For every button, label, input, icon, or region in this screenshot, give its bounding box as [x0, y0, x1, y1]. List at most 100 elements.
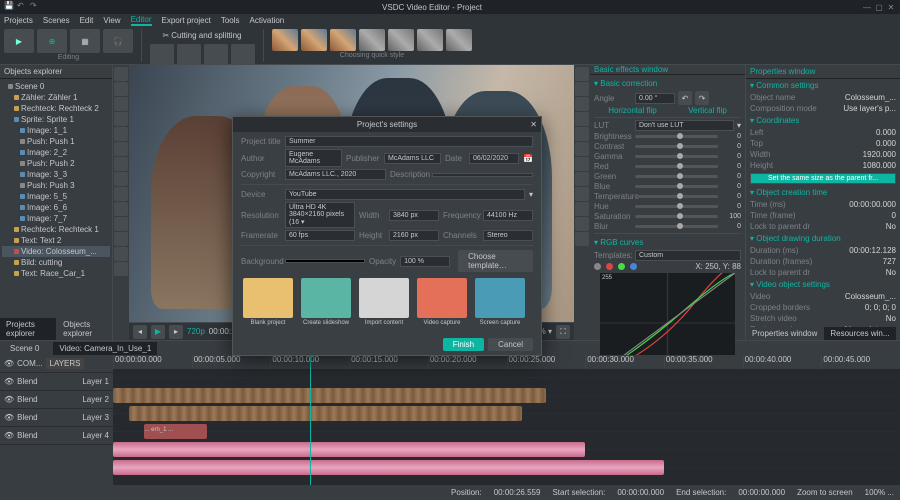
play-button[interactable]: ▶ [151, 325, 165, 339]
track-blend-1[interactable]: Blend [17, 377, 37, 386]
curve-red-dot[interactable] [606, 263, 613, 270]
redo-icon[interactable]: ↷ [30, 1, 40, 11]
audio-clip-1[interactable] [113, 442, 585, 457]
add-object-button[interactable]: ⊕ [37, 29, 67, 53]
templates-select[interactable]: Custom [635, 250, 741, 261]
tree-node[interactable]: Image: 2_2 [2, 147, 110, 158]
tree-node[interactable]: Rechteck: Rechteck 1 [2, 224, 110, 235]
rtool-8[interactable] [575, 172, 589, 186]
style-grayscale-1[interactable] [359, 29, 385, 51]
tool-9[interactable] [114, 187, 128, 201]
audio-effects-button[interactable]: 🎧 [103, 29, 133, 53]
date-input[interactable]: 06/02/2020 [469, 153, 519, 164]
rtool-5[interactable] [575, 127, 589, 141]
tab-objects-explorer[interactable]: Objects explorer [57, 318, 112, 340]
tree-node[interactable]: Image: 6_6 [2, 202, 110, 213]
description-input[interactable] [432, 173, 533, 177]
resolution-select[interactable]: Ultra HD 4K 3840×2160 pixels (16 ▾ [285, 202, 355, 228]
tool-11[interactable] [114, 217, 128, 231]
brightness-slider[interactable] [635, 135, 718, 138]
tile-blank-project[interactable]: Blank project [241, 278, 295, 332]
tool-5[interactable] [114, 127, 128, 141]
track-blend-4[interactable]: Blend [17, 431, 37, 440]
rtool-2[interactable] [575, 82, 589, 96]
menu-tools[interactable]: Tools [221, 16, 240, 25]
style-grayscale-2[interactable] [388, 29, 414, 51]
objects-tree[interactable]: Scene 0Zähler: Zähler 1Rechteck: Rechtec… [0, 79, 112, 281]
framerate-select[interactable]: 60 fps [285, 230, 355, 241]
tree-node[interactable]: Push: Push 2 [2, 158, 110, 169]
track-blend-3[interactable]: Blend [17, 413, 37, 422]
tool-7[interactable] [114, 157, 128, 171]
menu-view[interactable]: View [103, 16, 120, 25]
basic-correction-header[interactable]: ▾ Basic correction [594, 77, 741, 90]
vflip-toggle[interactable]: Vertical flip [688, 106, 727, 115]
track-layer-3[interactable]: Layer 3 [82, 413, 109, 422]
tool-8[interactable] [114, 172, 128, 186]
minimize-icon[interactable]: — [862, 3, 872, 12]
height-input[interactable]: 2160 px [389, 230, 439, 241]
tree-node[interactable]: Image: 7_7 [2, 213, 110, 224]
hflip-toggle[interactable]: Horizontal flip [608, 106, 656, 115]
close-icon[interactable]: ✕ [886, 3, 896, 12]
tree-node[interactable]: Bild: cutting [2, 257, 110, 268]
tool-2[interactable] [114, 82, 128, 96]
project-title-input[interactable]: Summer [285, 136, 533, 147]
maximize-icon[interactable]: ▢ [874, 3, 884, 12]
cancel-button[interactable]: Cancel [488, 338, 533, 351]
blue-slider[interactable] [635, 185, 718, 188]
fullscreen-button[interactable]: ⛶ [556, 325, 570, 339]
menu-projects[interactable]: Projects [4, 16, 33, 25]
effect-clip[interactable]: ... ern_1 ... [144, 424, 207, 439]
common-settings-header[interactable]: ▾ Common settings [746, 79, 900, 92]
calendar-icon[interactable]: 📅 [523, 154, 533, 163]
style-grayscale-3[interactable] [417, 29, 443, 51]
tree-node[interactable]: Image: 1_1 [2, 125, 110, 136]
background-color-input[interactable] [285, 259, 365, 263]
rgb-curves-header[interactable]: ▾ RGB curves [594, 236, 741, 249]
rtool-1[interactable] [575, 67, 589, 81]
channels-select[interactable]: Stereo [483, 230, 533, 241]
status-zoom-label[interactable]: Zoom to screen [797, 488, 853, 497]
object-name-value[interactable]: Colosseum_... [845, 93, 896, 102]
tree-node[interactable]: Image: 5_5 [2, 191, 110, 202]
menu-editor[interactable]: Editor [131, 15, 152, 26]
tree-node[interactable]: Push: Push 3 [2, 180, 110, 191]
layers-tab[interactable]: LAYERS [46, 358, 85, 369]
publisher-input[interactable]: McAdams LLC [384, 153, 441, 164]
temperature-slider[interactable] [635, 195, 718, 198]
track-layer-2[interactable]: Layer 2 [82, 395, 109, 404]
video-effects-button[interactable]: ▦ [70, 29, 100, 53]
rtool-12[interactable] [575, 232, 589, 246]
hue-slider[interactable] [635, 205, 718, 208]
rtool-10[interactable] [575, 202, 589, 216]
track-blend-2[interactable]: Blend [17, 395, 37, 404]
rtool-3[interactable] [575, 97, 589, 111]
tile-import-content[interactable]: Import content [357, 278, 411, 332]
red-slider[interactable] [635, 165, 718, 168]
run-wizard-button[interactable]: ▶ [4, 29, 34, 53]
timeline-scene-tab[interactable]: Scene 0 [4, 342, 45, 355]
style-auto-levels[interactable] [301, 29, 327, 51]
tool-6[interactable] [114, 142, 128, 156]
copyright-input[interactable]: McAdams LLC., 2020 [285, 169, 386, 180]
track-layer-4[interactable]: Layer 4 [82, 431, 109, 440]
menu-export[interactable]: Export project [162, 16, 211, 25]
set-parent-size-button[interactable]: Set the same size as the parent fr... [750, 173, 896, 184]
video-clip-2[interactable] [129, 406, 523, 421]
tree-node[interactable]: Rechteck: Rechteck 2 [2, 103, 110, 114]
style-grayscale-4[interactable] [446, 29, 472, 51]
blur-slider[interactable] [635, 225, 718, 228]
curve-gray-dot[interactable] [594, 263, 601, 270]
undo-icon[interactable]: ↶ [17, 1, 27, 11]
tool-4[interactable] [114, 112, 128, 126]
track-area[interactable]: 00:00:00.00000:00:05.00000:00:10.00000:0… [113, 355, 900, 485]
video-object-header[interactable]: ▾ Video object settings [746, 278, 900, 291]
video-clip-1[interactable] [113, 388, 546, 403]
eye-icon[interactable]: 👁 [4, 359, 14, 368]
rotate-left-icon[interactable]: ↶ [678, 91, 692, 105]
status-zoom-value[interactable]: 100% ... [865, 488, 894, 497]
width-input[interactable]: 3840 px [389, 210, 439, 221]
frequency-select[interactable]: 44100 Hz [483, 210, 533, 221]
chevron-down-icon[interactable]: ▾ [737, 121, 741, 130]
